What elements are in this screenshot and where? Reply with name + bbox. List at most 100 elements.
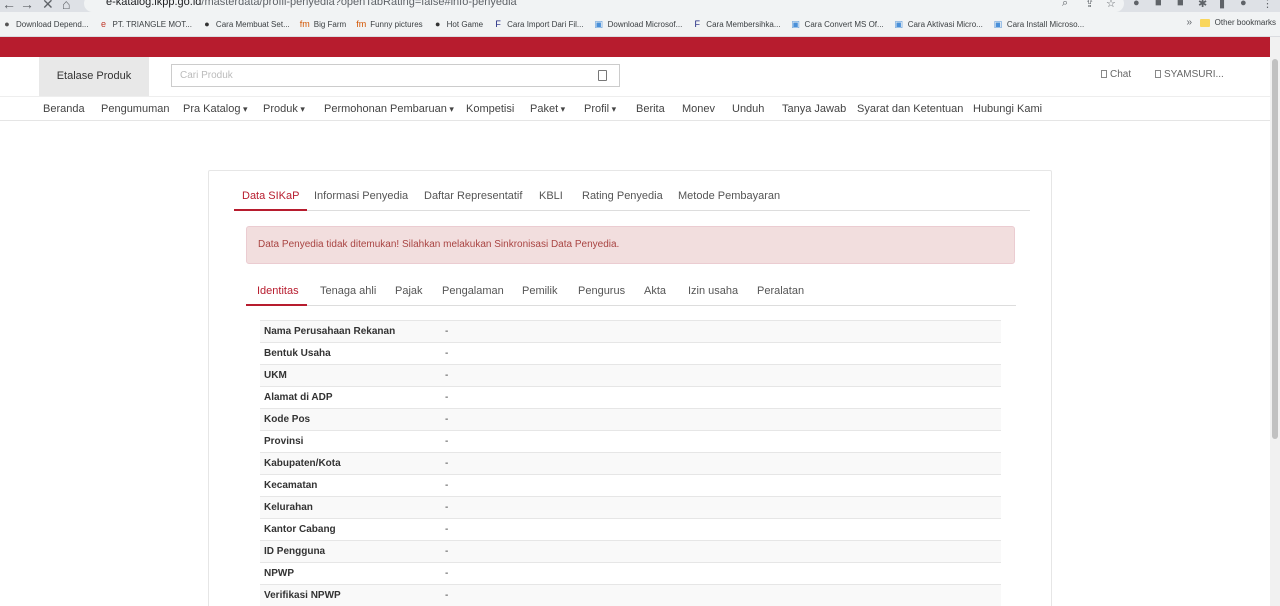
row-label: Kantor Cabang: [264, 524, 336, 535]
nav-item-produk[interactable]: Produk: [263, 103, 305, 115]
row-value: -: [445, 590, 449, 601]
bookmark-label: Hot Game: [446, 19, 484, 29]
page-scrollbar[interactable]: [1270, 37, 1280, 606]
sikap-subtabs: Identitas Tenaga ahli Pajak Pengalaman P…: [246, 279, 1016, 306]
subtab-izin-usaha[interactable]: Izin usaha: [688, 285, 738, 297]
table-row: Nama Perusahaan Rekanan -: [260, 321, 1001, 343]
address-bar[interactable]: e-katalog.lkpp.go.id/masterdata/profil-p…: [84, 0, 1124, 12]
subtab-pengalaman[interactable]: Pengalaman: [442, 285, 504, 297]
globe-icon: ●: [434, 19, 441, 29]
nav-item-tanya-jawab[interactable]: Tanya Jawab: [782, 103, 846, 115]
bookmark-item[interactable]: e PT. TRIANGLE MOT...: [99, 19, 192, 29]
scrollbar-thumb[interactable]: [1272, 59, 1278, 439]
search-icon[interactable]: [598, 70, 607, 81]
extension-icon[interactable]: ■: [1155, 0, 1162, 9]
subtab-identitas[interactable]: Identitas: [257, 285, 299, 297]
row-label: UKM: [264, 370, 287, 381]
bookmark-label: Cara Membersihka...: [706, 19, 781, 29]
nav-item-kompetisi[interactable]: Kompetisi: [466, 103, 514, 115]
bookmark-item[interactable]: F Cara Membersihka...: [692, 19, 781, 29]
bookmark-item[interactable]: ▣ Cara Convert MS Of...: [791, 19, 884, 29]
nav-item-beranda[interactable]: Beranda: [43, 103, 85, 115]
subtab-peralatan[interactable]: Peralatan: [757, 285, 804, 297]
chat-label: Chat: [1110, 69, 1132, 80]
profile-avatar-icon[interactable]: ●: [1240, 0, 1247, 9]
table-row: Alamat di ADP -: [260, 387, 1001, 409]
subtab-akta[interactable]: Akta: [644, 285, 666, 297]
nav-item-paket[interactable]: Paket: [530, 103, 565, 115]
bookmark-item[interactable]: ● Download Depend...: [2, 19, 89, 29]
star-icon[interactable]: ☆: [1106, 0, 1116, 10]
nav-item-permohonan-pembaruan[interactable]: Permohonan Pembaruan: [324, 103, 454, 115]
nav-item-pra-katalog[interactable]: Pra Katalog: [183, 103, 248, 115]
bookmark-item[interactable]: fm Big Farm: [300, 19, 346, 29]
tab-daftar-representatif[interactable]: Daftar Representatif: [424, 190, 522, 202]
row-label: Kode Pos: [264, 414, 311, 425]
tab-rating-penyedia[interactable]: Rating Penyedia: [582, 190, 663, 202]
stop-loading-icon[interactable]: ✕: [42, 0, 54, 12]
zoom-icon[interactable]: ⌕: [1062, 0, 1068, 10]
bookmark-item[interactable]: ▣ Download Microsof...: [594, 19, 682, 29]
row-label: Kelurahan: [264, 502, 313, 513]
subtab-tenaga-ahli[interactable]: Tenaga ahli: [320, 285, 376, 297]
table-row: NPWP -: [260, 563, 1001, 585]
row-label: Nama Perusahaan Rekanan: [264, 326, 396, 337]
extension-icon[interactable]: ■: [1177, 0, 1184, 9]
share-icon[interactable]: ⇪: [1085, 0, 1094, 10]
profile-tabs: Data SIKaP Informasi Penyedia Daftar Rep…: [234, 184, 1030, 211]
bookmark-label: Cara Aktivasi Micro...: [907, 19, 983, 29]
bookmark-item[interactable]: fm Funny pictures: [356, 19, 422, 29]
subtab-pemilik[interactable]: Pemilik: [522, 285, 557, 297]
f-logo-icon: F: [495, 19, 501, 29]
nav-item-pengumuman[interactable]: Pengumuman: [101, 103, 170, 115]
user-name: SYAMSURI...: [1164, 69, 1224, 80]
row-value: -: [445, 436, 449, 447]
row-label: Alamat di ADP: [264, 392, 333, 403]
bookmark-label: Download Depend...: [16, 19, 89, 29]
menu-icon[interactable]: ⋮: [1262, 0, 1273, 10]
puzzle-icon[interactable]: ✱: [1198, 0, 1207, 10]
f-logo-icon: F: [694, 19, 701, 29]
bookmark-label: Cara Membuat Set...: [215, 19, 290, 29]
bookmark-item[interactable]: ▣ Cara Aktivasi Micro...: [894, 19, 983, 29]
extension-icon[interactable]: ●: [1133, 0, 1140, 9]
more-bookmarks-button[interactable]: »: [1186, 17, 1192, 28]
other-bookmarks-button[interactable]: Other bookmarks: [1199, 18, 1276, 27]
bookmark-item[interactable]: ▣ Cara Install Microso...: [993, 19, 1085, 29]
row-value: -: [445, 502, 449, 513]
url-host: e-katalog.lkpp.go.id: [106, 0, 202, 8]
bookmark-item[interactable]: F Cara Import Dari Fil...: [493, 19, 583, 29]
search-input[interactable]: [172, 65, 572, 86]
tab-kbli[interactable]: KBLI: [539, 190, 563, 202]
row-label: Kabupaten/Kota: [264, 458, 341, 469]
forward-icon[interactable]: →: [20, 0, 34, 12]
table-row: Provinsi -: [260, 431, 1001, 453]
chat-link[interactable]: Chat: [1101, 69, 1131, 80]
subtab-pajak[interactable]: Pajak: [395, 285, 423, 297]
nav-item-hubungi-kami[interactable]: Hubungi Kami: [973, 103, 1042, 115]
user-menu[interactable]: SYAMSURI...: [1155, 69, 1224, 80]
tab-metode-pembayaran[interactable]: Metode Pembayaran: [678, 190, 780, 202]
back-icon[interactable]: ←: [2, 0, 16, 12]
sidebar-icon[interactable]: ▮: [1219, 0, 1225, 10]
nav-item-berita[interactable]: Berita: [636, 103, 665, 115]
fm-logo-icon: fm: [356, 19, 367, 29]
etalase-produk-button[interactable]: Etalase Produk: [39, 57, 149, 96]
bookmark-label: Cara Convert MS Of...: [804, 19, 884, 29]
bookmark-item[interactable]: ● Cara Membuat Set...: [202, 19, 290, 29]
table-row: Kantor Cabang -: [260, 519, 1001, 541]
user-icon: [1155, 70, 1161, 78]
nav-item-monev[interactable]: Monev: [682, 103, 715, 115]
bookmarks-bar: ● Download Depend... e PT. TRIANGLE MOT... ●…: [0, 12, 1280, 37]
nav-item-syarat-dan-ketentuan[interactable]: Syarat dan Ketentuan: [857, 103, 963, 115]
tab-informasi-penyedia[interactable]: Informasi Penyedia: [314, 190, 408, 202]
row-label: Verifikasi NPWP: [264, 590, 341, 601]
subtab-pengurus[interactable]: Pengurus: [578, 285, 625, 297]
nav-item-profil[interactable]: Profil: [584, 103, 616, 115]
bookmark-item[interactable]: ● Hot Game: [433, 19, 483, 29]
tab-data-sikap[interactable]: Data SIKaP: [242, 190, 299, 202]
globe-icon: ●: [4, 19, 10, 29]
nav-item-unduh[interactable]: Unduh: [732, 103, 764, 115]
site-header: Etalase Produk Chat SYAMSURI...: [0, 57, 1270, 96]
home-icon[interactable]: ⌂: [62, 0, 70, 12]
